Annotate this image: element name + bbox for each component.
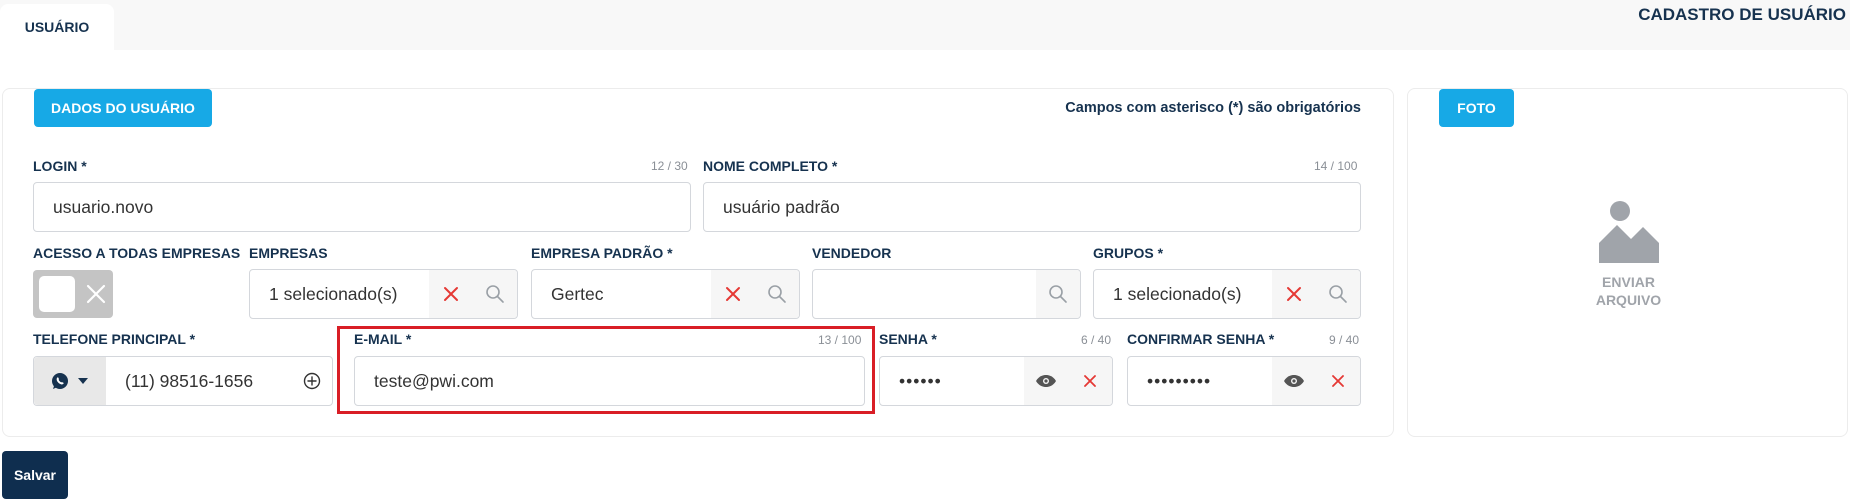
grupos-clear-button[interactable] [1272, 270, 1316, 318]
empresa-padrao-value: Gertec [551, 283, 604, 304]
email-highlight-box [337, 326, 875, 414]
close-icon [86, 284, 106, 304]
toggle-knob [39, 276, 75, 312]
close-icon [726, 287, 740, 301]
confirmar-senha-label: CONFIRMAR SENHA * [1127, 331, 1275, 347]
senha-counter: 6 / 40 [1081, 333, 1112, 347]
nome-value: usuário padrão [723, 196, 840, 217]
confirmar-senha-show-button[interactable] [1272, 357, 1316, 405]
close-icon [444, 287, 458, 301]
save-button[interactable]: Salvar [2, 451, 68, 499]
empresa-padrao-clear-button[interactable] [711, 270, 755, 318]
image-placeholder-icon [1598, 201, 1659, 263]
empresa-padrao-select[interactable]: Gertec [531, 269, 800, 319]
add-phone-button[interactable] [292, 372, 332, 390]
search-icon [768, 285, 786, 303]
caret-down-icon [78, 378, 88, 384]
search-icon [1049, 285, 1067, 303]
upload-label-line1: ENVIAR [1602, 274, 1655, 290]
grupos-value: 1 selecionado(s) [1113, 283, 1242, 304]
login-value: usuario.novo [53, 196, 154, 217]
acesso-toggle[interactable] [33, 270, 113, 318]
eye-icon [1036, 375, 1056, 387]
required-note: Campos com asterisco (*) são obrigatório… [1065, 100, 1361, 116]
senha-clear-button[interactable] [1068, 357, 1112, 405]
senha-value: •••••• [899, 370, 942, 391]
close-icon [1084, 375, 1096, 387]
confirmar-senha-counter: 9 / 40 [1329, 333, 1360, 347]
telefone-value: (11) 98516-1656 [125, 370, 254, 391]
empresas-label: EMPRESAS [249, 245, 328, 261]
close-icon [1287, 287, 1301, 301]
tab-usuario[interactable]: USUÁRIO [0, 4, 114, 50]
empresas-value: 1 selecionado(s) [269, 283, 398, 304]
nome-label: NOME COMPLETO * [703, 158, 838, 174]
grupos-search-button[interactable] [1316, 270, 1360, 318]
login-input[interactable]: usuario.novo [33, 182, 691, 232]
whatsapp-icon [52, 373, 68, 389]
acesso-label: ACESSO A TODAS EMPRESAS [33, 245, 241, 261]
top-bar: USUÁRIO CADASTRO DE USUÁRIO [0, 0, 1850, 50]
grupos-select[interactable]: 1 selecionado(s) [1093, 269, 1361, 319]
senha-label: SENHA * [879, 331, 937, 347]
search-icon [486, 285, 504, 303]
telefone-input[interactable]: (11) 98516-1656 [33, 356, 333, 406]
vendedor-select[interactable] [812, 269, 1081, 319]
upload-area[interactable]: ENVIAR ARQUIVO [1408, 199, 1849, 309]
photo-card: FOTO ENVIAR ARQUIVO [1407, 88, 1848, 437]
nome-counter: 14 / 100 [1314, 159, 1358, 173]
empresa-padrao-search-button[interactable] [755, 270, 799, 318]
login-counter: 12 / 30 [651, 159, 688, 173]
senha-input[interactable]: •••••• [879, 356, 1113, 406]
grupos-label: GRUPOS * [1093, 245, 1164, 261]
upload-label-line2: ARQUIVO [1595, 292, 1662, 308]
vendedor-label: VENDEDOR [812, 245, 892, 261]
page-title: CADASTRO DE USUÁRIO [1638, 5, 1846, 24]
close-icon [1332, 375, 1344, 387]
section-title-dados: DADOS DO USUÁRIO [34, 89, 212, 127]
phone-type-dropdown[interactable] [34, 357, 106, 405]
confirmar-senha-clear-button[interactable] [1316, 357, 1360, 405]
search-icon [1329, 285, 1347, 303]
telefone-label: TELEFONE PRINCIPAL * [33, 331, 196, 347]
senha-show-button[interactable] [1024, 357, 1068, 405]
empresa-padrao-label: EMPRESA PADRÃO * [531, 245, 673, 261]
empresas-select[interactable]: 1 selecionado(s) [249, 269, 518, 319]
empresas-clear-button[interactable] [429, 270, 473, 318]
login-label: LOGIN * [33, 158, 87, 174]
confirmar-senha-value: ••••••••• [1147, 370, 1212, 391]
empresas-search-button[interactable] [473, 270, 517, 318]
section-title-foto: FOTO [1439, 89, 1514, 127]
vendedor-search-button[interactable] [1036, 270, 1080, 318]
eye-icon [1284, 375, 1304, 387]
confirmar-senha-input[interactable]: ••••••••• [1127, 356, 1361, 406]
plus-circle-icon [303, 372, 321, 390]
nome-input[interactable]: usuário padrão [703, 182, 1361, 232]
